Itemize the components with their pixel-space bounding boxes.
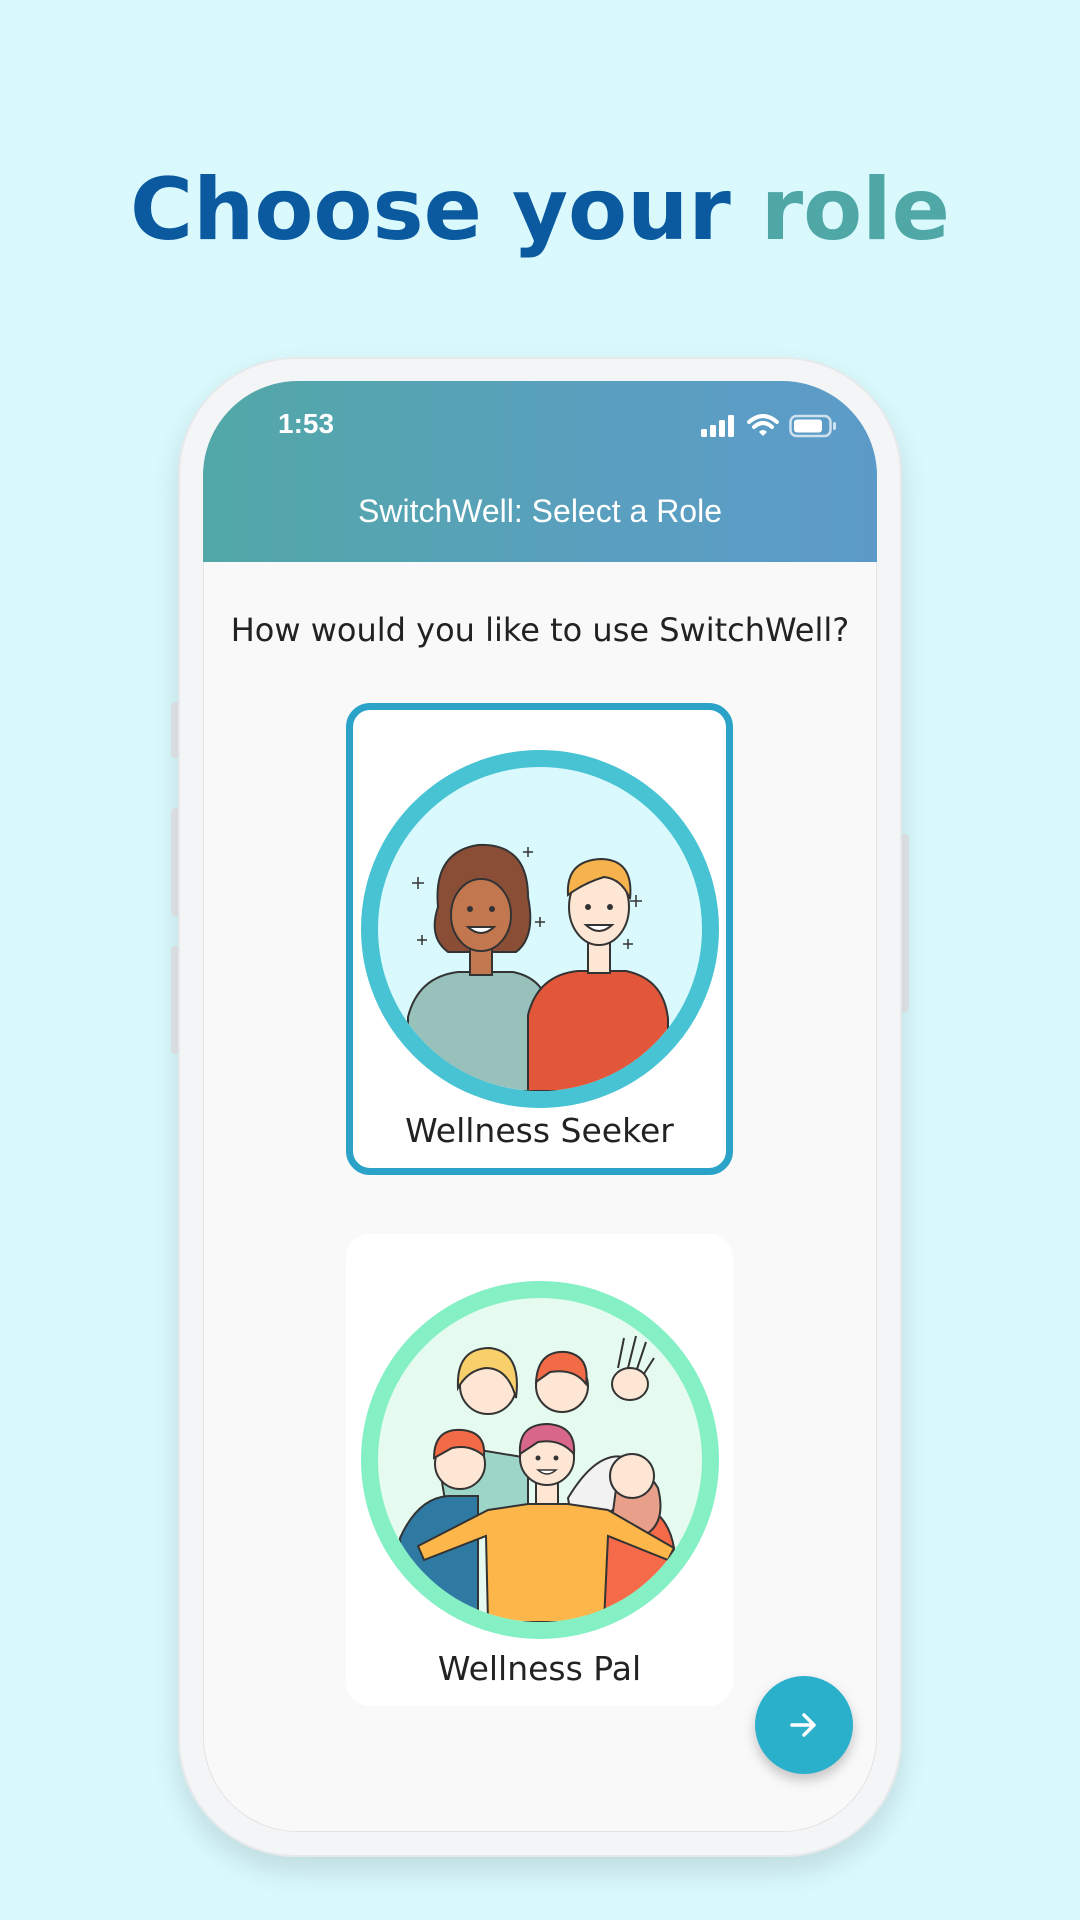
app-bar: 1:53 SwitchWell: Select a Role [203, 381, 877, 562]
group-of-friends-illustration [360, 1281, 719, 1639]
wifi-icon [747, 414, 779, 436]
battery-icon [789, 414, 836, 438]
role-card-wellness-seeker[interactable]: Wellness Seeker [346, 703, 733, 1175]
headline-part-1: Choose your [129, 160, 731, 260]
arrow-right-icon [790, 1713, 816, 1737]
next-fab-button[interactable] [755, 1676, 853, 1774]
illustration-group-art [396, 1335, 675, 1622]
role-question: How would you like to use SwitchWell? [230, 611, 850, 649]
status-icons [701, 414, 837, 438]
signal-icon [701, 415, 734, 437]
two-people-illustration [360, 750, 719, 1108]
headline-accent-word: role [760, 160, 950, 260]
role-label: Wellness Pal [437, 1649, 642, 1688]
role-label: Wellness Seeker [405, 1111, 674, 1150]
illustration-people-art [406, 843, 669, 1091]
status-time: 1:53 [278, 408, 335, 439]
role-card-wellness-pal[interactable]: Wellness Pal [346, 1234, 733, 1706]
page-headline: Choose your role [0, 160, 1080, 260]
phone-screen: 1:53 SwitchWell: Select a Role How would… [203, 381, 877, 1832]
app-bar-title: SwitchWell: Select a Role [358, 493, 722, 529]
